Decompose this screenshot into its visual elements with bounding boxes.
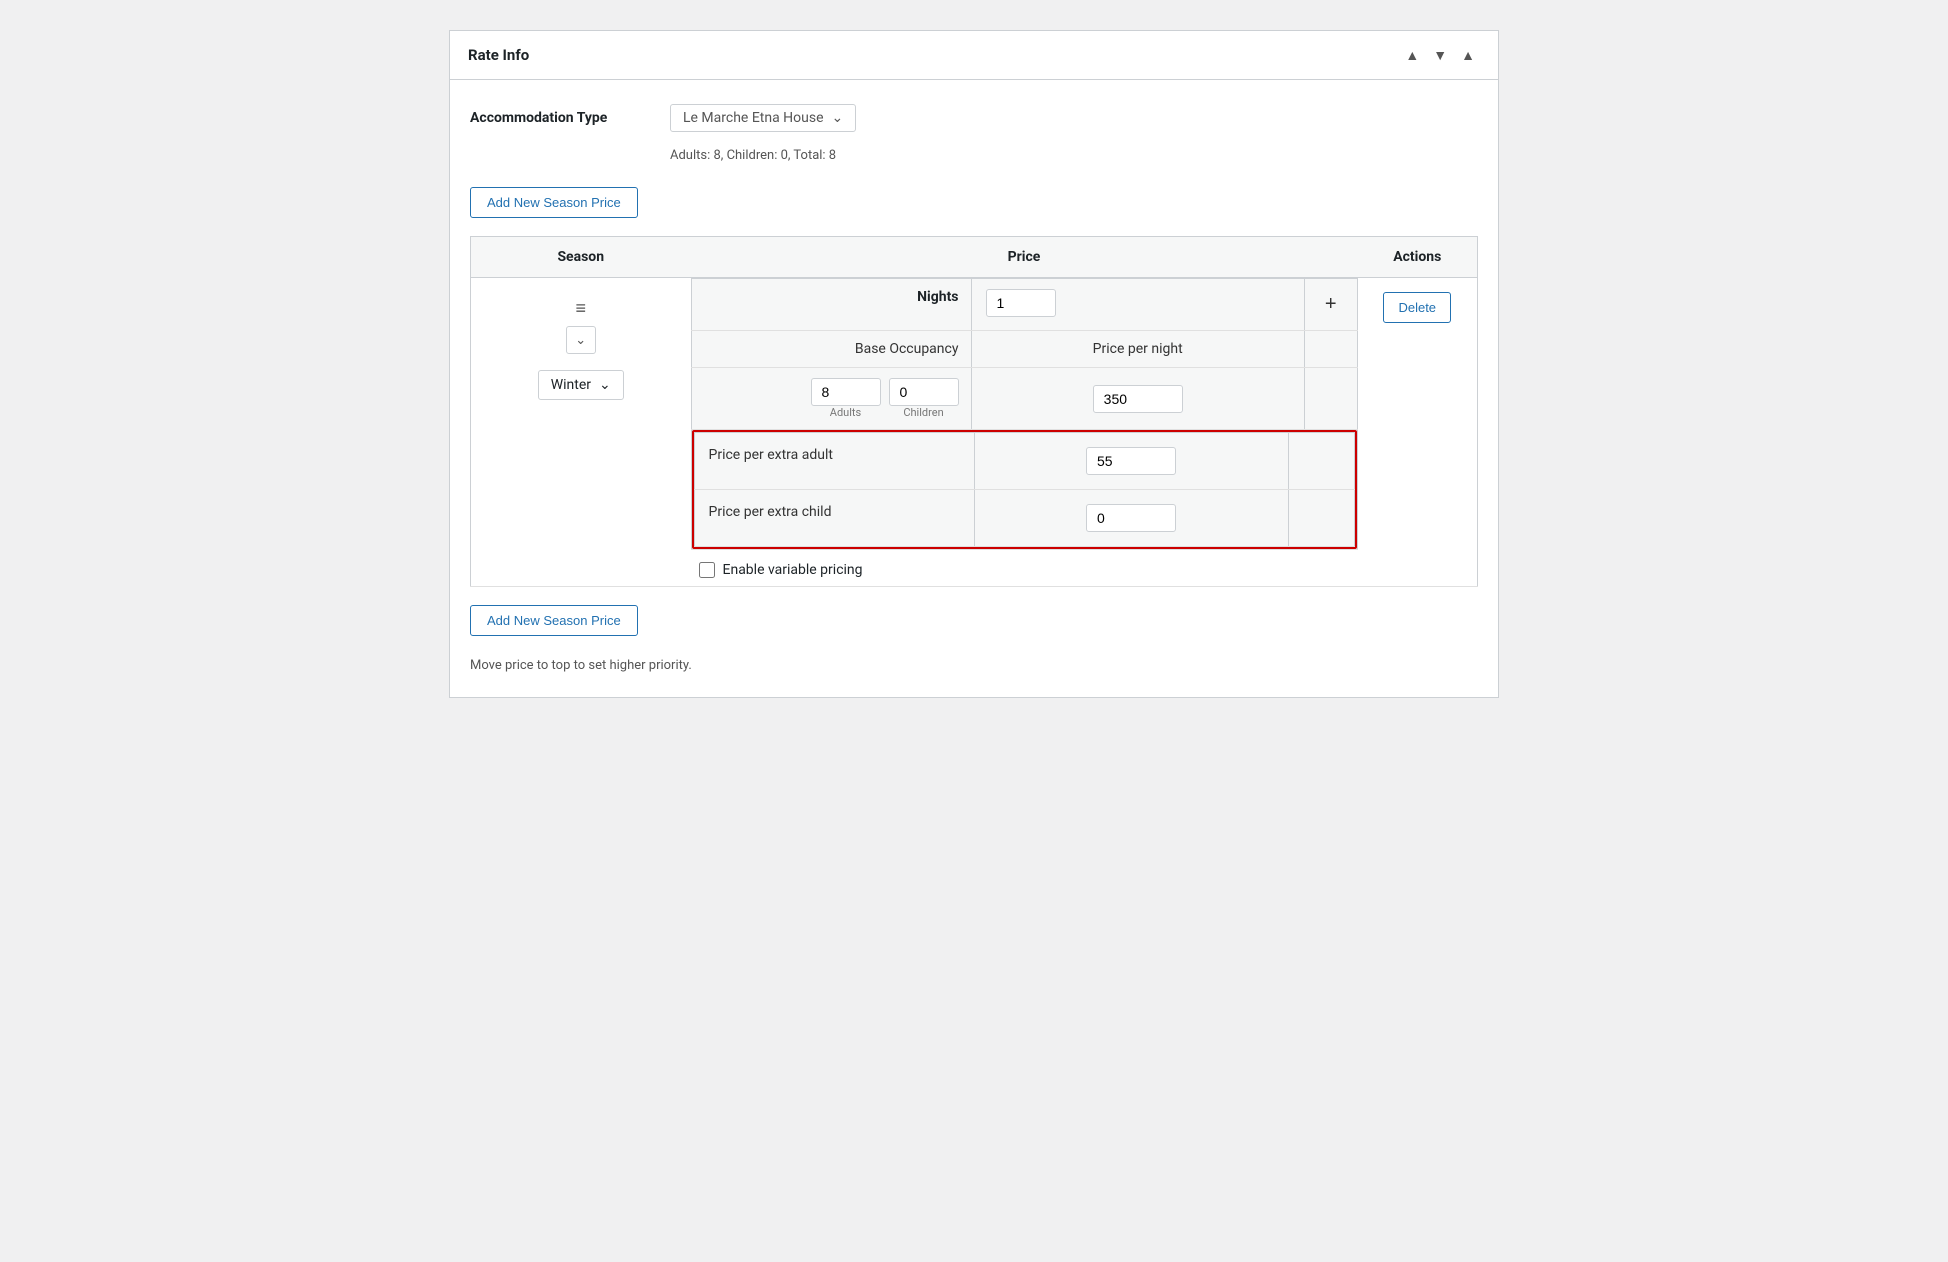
toggle-button[interactable]: ▲: [1456, 45, 1480, 65]
spacer-cell: [1304, 331, 1357, 368]
collapse-up-button[interactable]: ▲: [1400, 45, 1424, 65]
variable-pricing-label: Enable variable pricing: [723, 562, 863, 578]
actions-column-header: Actions: [1358, 237, 1478, 278]
extra-table: Price per extra adult Price: [694, 432, 1355, 547]
chevron-down-icon: ⌄: [832, 110, 844, 126]
plus-cell: +: [1304, 279, 1357, 331]
children-group: Children: [889, 378, 959, 419]
variable-pricing-checkbox[interactable]: [699, 562, 715, 578]
spacer3: [1288, 433, 1354, 490]
add-season-price-button-bottom[interactable]: Add New Season Price: [470, 605, 638, 636]
base-occupancy-label: Base Occupancy: [691, 331, 971, 368]
price-grid: Nights + Base Occupancy: [691, 278, 1358, 550]
accommodation-type-value: Le Marche Etna House: [683, 110, 824, 126]
accommodation-type-label: Accommodation Type: [470, 110, 670, 126]
panel-body: Accommodation Type Le Marche Etna House …: [450, 80, 1498, 697]
adults-label: Adults: [830, 406, 861, 419]
base-occ-inputs: Adults Children: [704, 378, 959, 419]
base-occupancy-row: Base Occupancy Price per night: [691, 331, 1357, 368]
accommodation-type-select[interactable]: Le Marche Etna House ⌄: [670, 104, 856, 132]
actions-cell: Delete: [1358, 278, 1478, 587]
expand-row-button[interactable]: ⌄: [566, 326, 596, 354]
season-controls: ≡ ⌄: [483, 292, 679, 354]
price-column-header: Price: [691, 237, 1358, 278]
extra-child-row: Price per extra child: [694, 490, 1354, 547]
base-occ-inputs-cell: Adults Children: [691, 368, 971, 430]
variable-pricing-row: Enable variable pricing: [691, 550, 1358, 586]
extra-adult-input-cell: [974, 433, 1288, 490]
season-column-header: Season: [471, 237, 691, 278]
extra-adult-input[interactable]: [1086, 447, 1176, 475]
nights-value-cell: [971, 279, 1304, 331]
nights-input[interactable]: [986, 289, 1056, 317]
chevron-down-icon: ⌄: [599, 377, 611, 393]
nights-row: Nights +: [691, 279, 1357, 331]
accommodation-info: Adults: 8, Children: 0, Total: 8: [670, 148, 1478, 163]
children-input[interactable]: [889, 378, 959, 406]
footer-note: Move price to top to set higher priority…: [470, 654, 1478, 673]
nights-label: Nights: [691, 279, 971, 331]
extra-prices-td: Price per extra adult Price: [691, 430, 1357, 550]
price-per-night-label-cell: Price per night: [971, 331, 1304, 368]
price-cell: Nights + Base Occupancy: [691, 278, 1358, 587]
extra-child-input[interactable]: [1086, 504, 1176, 532]
table-header-row: Season Price Actions: [471, 237, 1478, 278]
base-occ-inputs-row: Adults Children: [691, 368, 1357, 430]
price-per-night-label: Price per night: [1093, 341, 1183, 357]
drag-handle-icon[interactable]: ≡: [575, 300, 586, 318]
adults-group: Adults: [811, 378, 881, 419]
season-cell: ≡ ⌄ Winter ⌄: [471, 278, 691, 587]
panel-title: Rate Info: [468, 46, 529, 64]
adults-input[interactable]: [811, 378, 881, 406]
panel-header-controls: ▲ ▼ ▲: [1400, 45, 1480, 65]
extra-prices-section: Price per extra adult Price: [691, 430, 1357, 550]
extra-section-container: Price per extra adult Price: [692, 430, 1357, 549]
panel-header: Rate Info ▲ ▼ ▲: [450, 31, 1498, 80]
price-per-night-input-cell: [971, 368, 1304, 430]
extra-adult-label: Price per extra adult: [694, 433, 974, 490]
add-night-button[interactable]: +: [1317, 289, 1345, 320]
extra-adult-row: Price per extra adult: [694, 433, 1354, 490]
spacer4: [1288, 490, 1354, 547]
collapse-down-button[interactable]: ▼: [1428, 45, 1452, 65]
extra-child-input-cell: [974, 490, 1288, 547]
rate-info-panel: Rate Info ▲ ▼ ▲ Accommodation Type Le Ma…: [449, 30, 1499, 698]
extra-child-label: Price per extra child: [694, 490, 974, 547]
children-label: Children: [903, 406, 943, 419]
spacer2-cell: [1304, 368, 1357, 430]
add-season-price-button-top[interactable]: Add New Season Price: [470, 187, 638, 218]
season-select[interactable]: Winter ⌄: [538, 370, 624, 400]
price-per-night-input[interactable]: [1093, 385, 1183, 413]
chevron-down-icon: ⌄: [575, 333, 586, 348]
accommodation-type-row: Accommodation Type Le Marche Etna House …: [470, 104, 1478, 132]
season-table: Season Price Actions ≡ ⌄: [470, 236, 1478, 587]
table-row: ≡ ⌄ Winter ⌄: [471, 278, 1478, 587]
season-value: Winter: [551, 377, 591, 393]
delete-button[interactable]: Delete: [1383, 292, 1451, 323]
